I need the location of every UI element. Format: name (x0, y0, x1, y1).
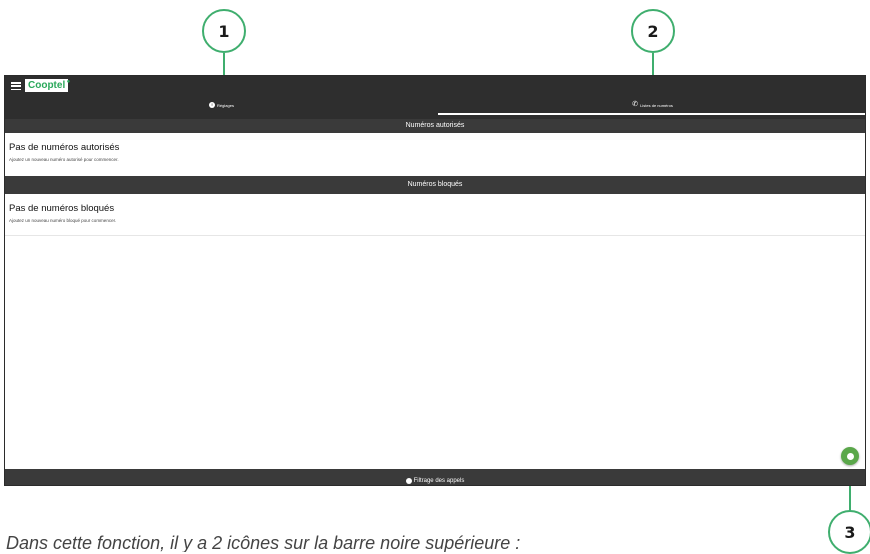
tab-settings[interactable]: ! Réglages (5, 96, 438, 114)
active-tab-indicator (438, 113, 865, 115)
tab-settings-label: Réglages (217, 102, 234, 108)
app-window: Cooptel ● ! Réglages ✆ Listes de numéros … (4, 75, 866, 486)
callout-2: 2 (631, 9, 675, 53)
authorized-empty-title: Pas de numéros autorisés (9, 142, 120, 153)
info-icon: ! (209, 102, 216, 108)
menu-icon[interactable] (11, 82, 21, 90)
floating-action-button[interactable] (841, 447, 859, 465)
phone-icon: ✆ (632, 101, 639, 108)
blocked-empty-subtitle: Ajoutez un nouveau numéro bloqué pour co… (9, 218, 117, 223)
authorized-empty-state[interactable]: Pas de numéros autorisés Ajoutez un nouv… (5, 133, 865, 177)
logo: Cooptel ● (25, 79, 70, 92)
blocked-section-header: Numéros bloqués (5, 176, 865, 194)
blocked-empty-state[interactable]: Pas de numéros bloqués Ajoutez un nouvea… (5, 194, 865, 236)
info-icon (846, 452, 854, 460)
callout-1: 1 (202, 9, 246, 53)
authorized-section-header: Numéros autorisés (5, 119, 865, 133)
call-filtering-bar[interactable]: Filtrage des appels (5, 469, 865, 485)
callout-3: 3 (828, 510, 870, 554)
tab-number-lists[interactable]: ✆ Listes de numéros (438, 96, 865, 114)
authorized-empty-subtitle: Ajoutez un nouveau numéro autorisé pour … (9, 157, 119, 162)
tab-number-lists-label: Listes de numéros (640, 102, 673, 108)
info-icon (405, 478, 412, 484)
caption-text: Dans cette fonction, il y a 2 icônes sur… (6, 533, 521, 552)
blocked-empty-title: Pas de numéros bloqués (9, 203, 115, 214)
call-filtering-label: Filtrage des appels (413, 478, 465, 484)
